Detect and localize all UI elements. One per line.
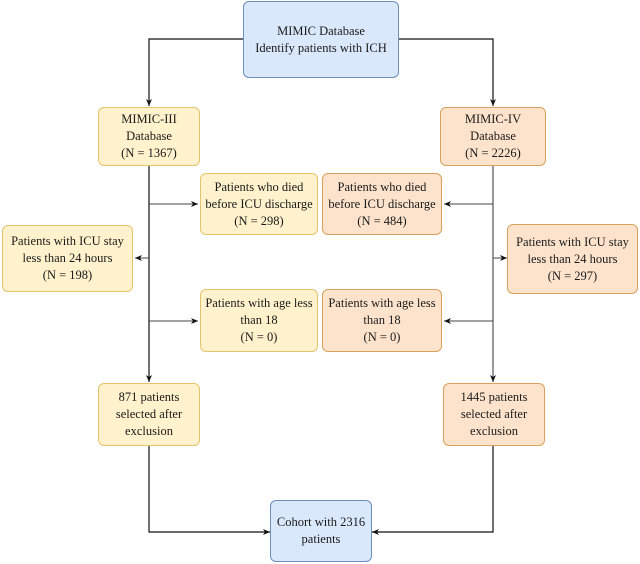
node-text: Patients who died	[214, 179, 304, 194]
node-text: (N = 2226)	[465, 146, 521, 160]
node-text: (N = 0)	[363, 330, 401, 344]
node-selected-mimic4: 1445 patients selected after exclusion	[443, 383, 545, 446]
node-mimic3-database: MIMIC-III Database (N = 1367)	[98, 107, 200, 166]
node-text: (N = 484)	[357, 213, 407, 228]
node-text: Patients who died	[337, 179, 427, 194]
node-text: Patients with ICU stay	[11, 234, 124, 248]
node-text: (N = 0)	[240, 330, 278, 344]
node-age-mimic4: Patients with age less than 18 (N = 0)	[322, 289, 442, 352]
edge-source-mimic4	[399, 38, 496, 106]
node-text: (N = 198)	[42, 268, 93, 282]
node-text: Patients with ICU stay	[516, 234, 629, 249]
flowchart: MIMIC Database Identify patients with IC…	[0, 0, 640, 564]
node-text: (N = 297)	[547, 268, 598, 283]
node-text: Patients with age less	[328, 296, 436, 310]
node-text: (N = 1367)	[121, 146, 177, 160]
node-cohort: Cohort with 2316 patients	[270, 500, 372, 562]
node-text: Identify patients with ICH	[255, 40, 387, 55]
node-text: exclusion	[470, 424, 518, 438]
node-text: MIMIC-III	[121, 112, 177, 126]
node-text: patients	[301, 532, 341, 546]
node-text: selected after	[460, 407, 528, 421]
edge-source-mimic3	[146, 38, 243, 106]
node-text: selected after	[115, 407, 183, 421]
node-text: MIMIC-IV	[464, 112, 522, 126]
node-text: Cohort with 2316	[276, 515, 366, 529]
node-text: than 18	[240, 313, 278, 327]
node-text: than 18	[363, 313, 401, 327]
node-text: before ICU discharge	[205, 196, 313, 211]
node-mimic-database: MIMIC Database Identify patients with IC…	[243, 1, 399, 78]
node-text: before ICU discharge	[328, 196, 436, 211]
node-died-mimic4: Patients who died before ICU discharge (…	[322, 173, 442, 235]
node-icu-stay-mimic3: Patients with ICU stay less than 24 hour…	[2, 225, 133, 292]
node-text: exclusion	[125, 424, 173, 438]
node-text: 871 patients	[118, 390, 180, 404]
node-died-mimic3: Patients who died before ICU discharge (…	[200, 173, 318, 235]
node-text: (N = 298)	[234, 213, 284, 228]
node-icu-stay-mimic4: Patients with ICU stay less than 24 hour…	[507, 224, 638, 294]
node-text: Database	[470, 129, 516, 143]
node-text: less than 24 hours	[527, 251, 618, 266]
edge-selected3-cohort	[148, 446, 270, 535]
node-text: 1445 patients	[460, 390, 528, 404]
edge-selected4-cohort	[372, 446, 494, 535]
node-selected-mimic3: 871 patients selected after exclusion	[98, 383, 200, 446]
node-age-mimic3: Patients with age less than 18 (N = 0)	[200, 289, 318, 352]
node-text: less than 24 hours	[22, 251, 113, 265]
node-text: Patients with age less	[205, 296, 313, 310]
node-text: MIMIC Database	[277, 23, 365, 38]
node-mimic4-database: MIMIC-IV Database (N = 2226)	[440, 107, 546, 166]
node-text: Database	[126, 129, 172, 143]
